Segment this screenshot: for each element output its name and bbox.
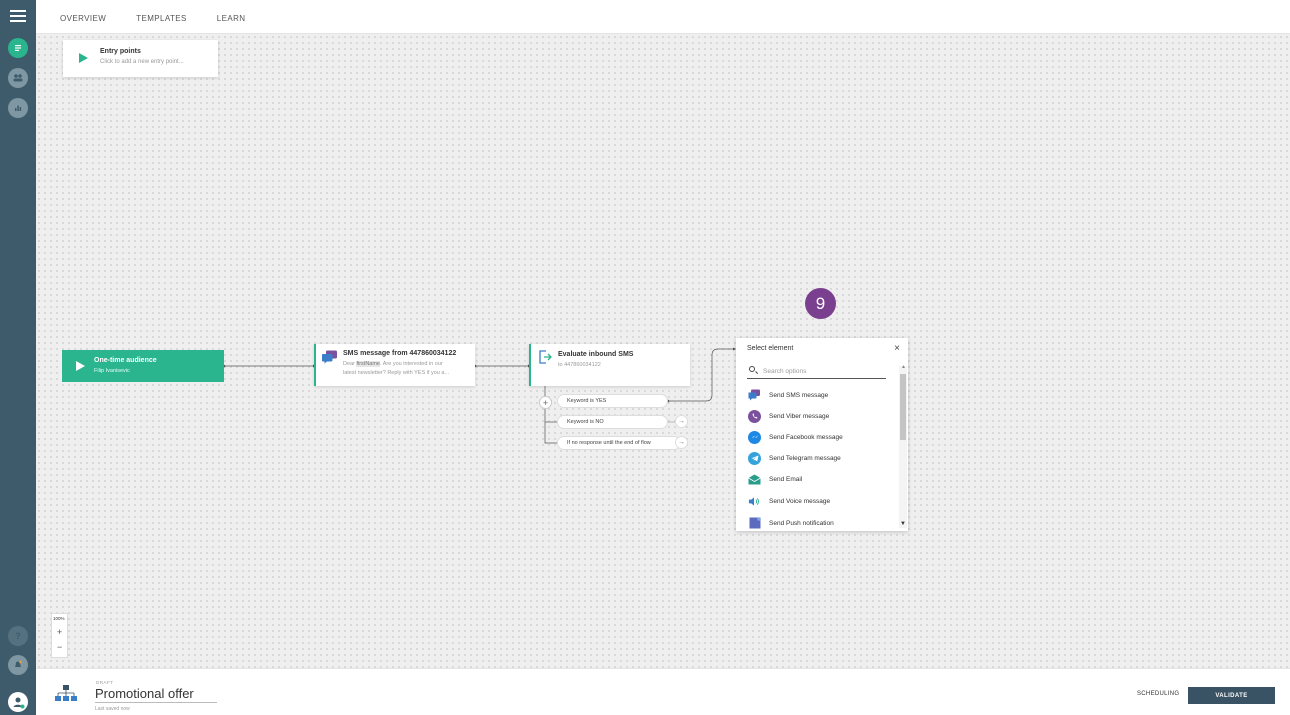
search-input[interactable] — [763, 365, 883, 377]
scroll-down-icon[interactable]: ▼ — [900, 521, 906, 527]
scrollbar-thumb[interactable] — [900, 374, 906, 440]
sms-message-node[interactable]: SMS message from 447860034122 Dear first… — [314, 344, 475, 386]
email-icon — [748, 473, 761, 486]
branch-keyword-yes[interactable]: Keyword is YES — [557, 394, 668, 408]
search-icon — [749, 366, 755, 372]
arrow-right-icon[interactable]: → — [675, 436, 688, 449]
close-icon[interactable]: × — [894, 343, 900, 354]
zoom-out-button[interactable]: − — [57, 642, 62, 652]
messenger-icon — [748, 430, 761, 444]
sms-node-title: SMS message from 447860034122 — [343, 350, 457, 357]
option-label: Send Telegram message — [769, 454, 841, 462]
zoom-control: 100% + − — [51, 613, 68, 658]
zoom-in-button[interactable]: + — [57, 627, 62, 637]
chat-icon — [322, 350, 337, 364]
option-label: Send Email — [769, 475, 803, 483]
arrow-right-icon[interactable]: → — [675, 415, 688, 428]
option-label: Send SMS message — [769, 391, 829, 399]
audience-title: One-time audience — [94, 357, 157, 364]
entry-points-card[interactable]: Entry points Click to add a new entry po… — [63, 40, 218, 77]
search-field — [747, 365, 886, 379]
branch-no-response[interactable]: If no response until the end of flow — [557, 436, 681, 450]
validate-button[interactable]: VALIDATE — [1188, 687, 1275, 704]
audience-subtitle: Filip Ivanisevic — [94, 368, 130, 374]
bottom-bar: DRAFT Promotional offer Last saved now S… — [36, 668, 1290, 715]
entry-points-subtitle: Click to add a new entry point... — [100, 59, 184, 65]
branch-keyword-no[interactable]: Keyword is NO — [557, 415, 668, 429]
step-badge: 9 — [805, 288, 836, 319]
evaluate-node-subtitle: to 447860034122 — [558, 362, 601, 368]
option-send-email[interactable]: Send Email — [748, 471, 802, 487]
option-send-viber[interactable]: Send Viber message — [748, 408, 829, 424]
option-send-sms[interactable]: Send SMS message — [748, 387, 828, 403]
option-send-push[interactable]: Send Push notification — [748, 515, 834, 531]
option-label: Send Voice message — [769, 497, 831, 505]
play-icon — [76, 361, 85, 371]
option-send-telegram[interactable]: Send Telegram message — [748, 450, 841, 466]
option-label: Send Push notification — [769, 519, 834, 527]
option-label: Send Facebook message — [769, 433, 843, 441]
voice-icon — [748, 495, 761, 508]
entry-points-title: Entry points — [100, 48, 141, 55]
panel-title: Select element — [747, 345, 794, 352]
telegram-icon — [748, 451, 761, 465]
viber-icon — [748, 409, 761, 423]
sms-node-body: Dear firstName. Are you interested in ou… — [343, 361, 449, 376]
select-element-panel: Select element × Send SMS message Send V… — [736, 338, 908, 531]
sms-icon — [748, 389, 761, 402]
flow-structure-icon — [55, 685, 77, 701]
flow-status: DRAFT — [96, 680, 114, 685]
option-send-voice[interactable]: Send Voice message — [748, 493, 830, 509]
scheduling-button[interactable]: SCHEDULING — [1137, 691, 1179, 697]
zoom-level: 100% — [53, 616, 65, 621]
audience-node[interactable]: One-time audience Filip Ivanisevic — [62, 350, 224, 382]
play-icon — [79, 53, 88, 63]
add-branch-button[interactable]: + — [539, 396, 552, 409]
scroll-up-icon[interactable]: ▲ — [901, 364, 906, 370]
evaluate-inbound-node[interactable]: Evaluate inbound SMS to 447860034122 — [529, 344, 690, 386]
evaluate-node-title: Evaluate inbound SMS — [558, 351, 634, 358]
option-label: Send Viber message — [769, 412, 830, 420]
evaluate-icon — [539, 350, 552, 364]
flow-name-field[interactable]: Promotional offer — [95, 686, 217, 703]
push-icon — [748, 517, 761, 530]
option-send-facebook[interactable]: Send Facebook message — [748, 429, 843, 445]
last-saved-text: Last saved now — [95, 706, 130, 712]
